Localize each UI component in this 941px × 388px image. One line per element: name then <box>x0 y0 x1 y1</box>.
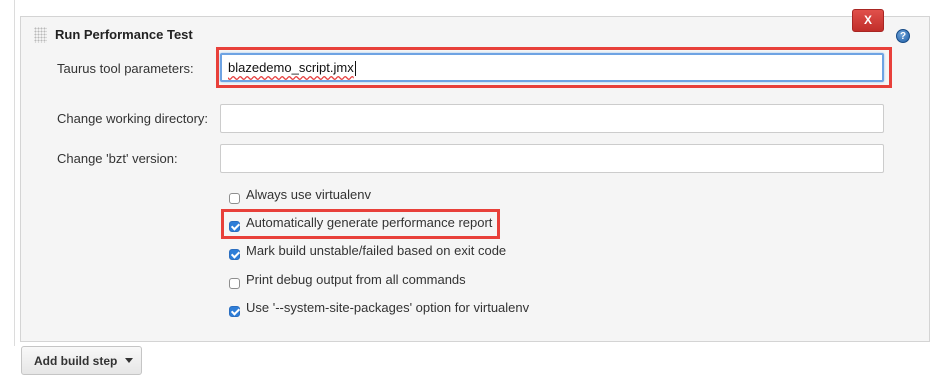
option-print-debug-output[interactable]: Print debug output from all commands <box>229 271 466 289</box>
working-directory-input[interactable] <box>220 104 884 133</box>
option-label: Mark build unstable/failed based on exit… <box>246 243 507 258</box>
text-caret <box>354 61 356 77</box>
checkbox-always-use-virtualenv[interactable] <box>229 192 240 204</box>
checkbox-print-debug-output[interactable] <box>229 277 240 289</box>
option-label: Use '--system-site-packages' option for … <box>246 300 530 315</box>
delete-step-button[interactable]: X <box>852 9 884 32</box>
option-label: Always use virtualenv <box>246 187 371 202</box>
bzt-version-label: Change 'bzt' version: <box>57 151 178 166</box>
taurus-params-label: Taurus tool parameters: <box>57 61 194 76</box>
checkbox-mark-build-unstable[interactable] <box>229 248 240 260</box>
option-label: Print debug output from all commands <box>246 272 466 287</box>
bzt-version-input[interactable] <box>220 144 884 173</box>
help-icon[interactable]: ? <box>896 29 910 43</box>
checkbox-generate-report[interactable] <box>229 220 240 232</box>
section-title: Run Performance Test <box>55 27 193 42</box>
option-generate-report[interactable]: Automatically generate performance repor… <box>229 214 492 232</box>
add-build-step-button[interactable]: Add build step <box>21 346 142 375</box>
outer-left-border <box>14 0 15 346</box>
chevron-down-icon <box>125 358 134 363</box>
taurus-params-input[interactable]: blazedemo_script.jmx <box>220 53 884 82</box>
taurus-params-value: blazedemo_script.jmx <box>228 60 354 75</box>
working-directory-label: Change working directory: <box>57 111 209 126</box>
option-label: Automatically generate performance repor… <box>246 215 493 230</box>
drag-handle-icon[interactable] <box>34 27 47 43</box>
checkbox-system-site-packages[interactable] <box>229 305 240 317</box>
add-build-step-label: Add build step <box>34 353 118 368</box>
option-system-site-packages[interactable]: Use '--system-site-packages' option for … <box>229 299 529 317</box>
option-always-use-virtualenv[interactable]: Always use virtualenv <box>229 186 371 204</box>
option-mark-build-unstable[interactable]: Mark build unstable/failed based on exit… <box>229 242 506 260</box>
